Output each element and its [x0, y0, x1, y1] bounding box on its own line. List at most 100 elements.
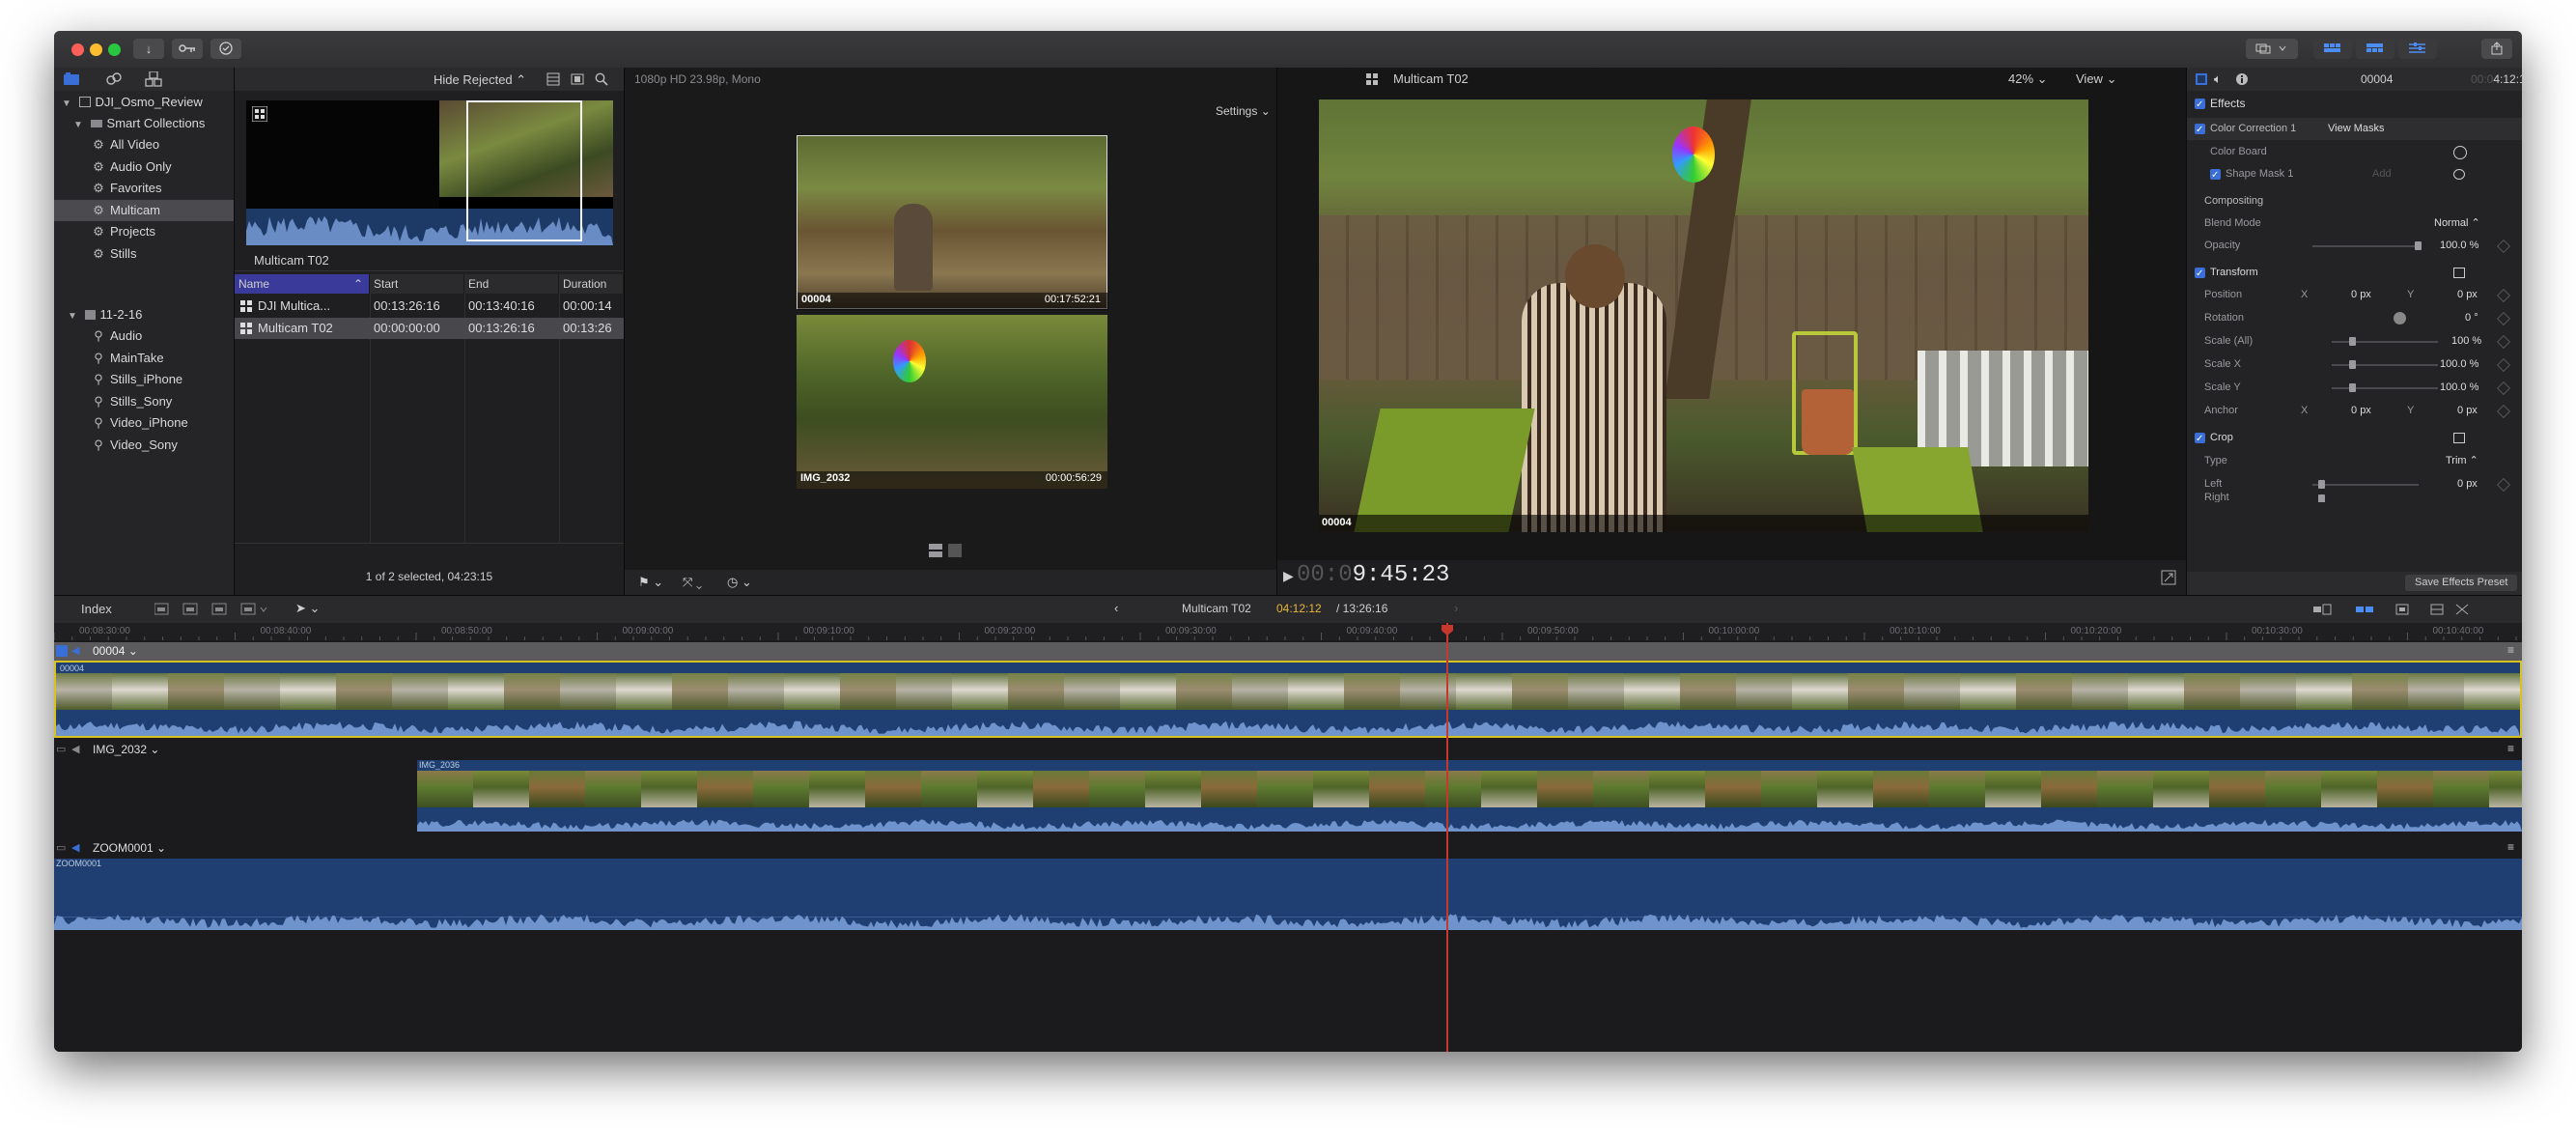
position-row[interactable]: Position X 0 px Y 0 px [2187, 284, 2522, 306]
shape-mask-row[interactable]: Shape Mask 1Add [2187, 163, 2522, 186]
library-item[interactable]: ▼ DJI_Osmo_Review [54, 92, 234, 113]
transform-onscreen-icon[interactable] [2453, 268, 2465, 278]
angle-tile[interactable]: IMG_2032 00:00:56:29 [797, 315, 1107, 489]
collection-item[interactable]: ⚲ MainTake [54, 348, 234, 369]
column-duration[interactable]: Duration [559, 274, 624, 294]
transform-section[interactable]: Transform [2187, 262, 2522, 285]
angle-layout-icons[interactable] [929, 543, 964, 558]
crop-onscreen-icon[interactable] [2453, 433, 2465, 443]
crop-right-row[interactable]: Right [2187, 493, 2522, 502]
audio-angle-clip[interactable]: ZOOM0001 [54, 859, 2522, 930]
collection-item[interactable]: ⚙ Multicam [54, 199, 234, 221]
timeline-ruler[interactable]: 00:08:30:00 00:08:40:00 00:08:50:00 00:09:0… [54, 623, 2522, 640]
keywords-key-icon[interactable] [172, 39, 203, 59]
collection-item[interactable]: ⚙ Stills [54, 243, 234, 265]
lane-menu-icon[interactable]: ≡ [2507, 840, 2514, 854]
angle-settings-menu[interactable]: Settings ⌄ [1216, 104, 1271, 118]
close-window-button[interactable] [71, 43, 84, 56]
timeline-index-button[interactable]: Index [81, 602, 112, 616]
monitor-video-icon[interactable]: ▭ [56, 841, 66, 854]
import-download-icon[interactable]: ↓ [133, 39, 164, 59]
video-inspector-icon[interactable] [2195, 72, 2208, 86]
background-tasks-check-icon[interactable] [210, 39, 241, 59]
color-board-arrow-icon[interactable] [2453, 146, 2467, 159]
column-start[interactable]: Start [370, 274, 464, 294]
viewer-timecode[interactable]: 00:09:45:23 [1297, 562, 1449, 588]
smart-collections-folder[interactable]: ▼ Smart Collections [54, 113, 234, 134]
libraries-icon[interactable] [64, 72, 79, 86]
play-button-icon[interactable]: ▶ [1283, 568, 1294, 584]
flag-menu-icon[interactable]: ⚑ ⌄ [638, 575, 663, 590]
zoom-menu[interactable]: 42% ⌄ [2008, 71, 2048, 87]
collection-item[interactable]: ⚲ Stills_Sony [54, 391, 234, 412]
info-inspector-icon[interactable] [2235, 72, 2249, 86]
scale-y-row[interactable]: Scale Y 100.0 % [2187, 377, 2522, 399]
active-angle-clip[interactable]: 00004 [54, 661, 2522, 738]
retime-speed-icon[interactable]: ◷ ⌄ [727, 575, 752, 590]
anchor-row[interactable]: Anchor X 0 px Y 0 px [2187, 400, 2522, 422]
rotation-dial-icon[interactable] [2394, 312, 2406, 325]
rotation-row[interactable]: Rotation 0 ° [2187, 307, 2522, 329]
monitor-audio-icon[interactable]: ◀ [71, 644, 79, 657]
angle-lane-header[interactable]: ◀ 00004 ⌄ ≡ [54, 642, 2522, 661]
collection-item[interactable]: ⚙ Audio Only [54, 156, 234, 178]
titles-generators-icon[interactable] [145, 71, 162, 87]
view-masks-button[interactable]: View Masks [2328, 118, 2384, 140]
effects-section[interactable]: Effects [2187, 93, 2522, 116]
playhead[interactable] [1446, 623, 1448, 1052]
collection-item[interactable]: ⚙ Projects [54, 221, 234, 242]
angle-tile[interactable]: 00004 00:17:52:21 [797, 135, 1108, 310]
collection-item[interactable]: ⚲ Audio [54, 325, 234, 347]
event-item[interactable]: ▼ 11-2-16 [54, 304, 234, 325]
column-end[interactable]: End [464, 274, 559, 294]
share-icon[interactable] [2481, 39, 2512, 59]
collection-item[interactable]: ⚲ Video_iPhone [54, 412, 234, 434]
collection-item[interactable]: ⚲ Stills_iPhone [54, 369, 234, 390]
scale-all-row[interactable]: Scale (All) 100 % [2187, 330, 2522, 353]
blend-mode-row[interactable]: Blend Mode Normal ⌃ [2187, 212, 2522, 235]
opacity-row[interactable]: Opacity 100.0 % [2187, 235, 2522, 257]
clip-appearance-icon[interactable] [546, 72, 560, 86]
lane-menu-icon[interactable]: ≡ [2507, 742, 2514, 755]
timeline-back-icon[interactable]: ‹ [1114, 601, 1118, 615]
video-frame[interactable]: 00004 [1319, 99, 2088, 532]
hide-rejected-filter[interactable]: Hide Rejected ⌃ [434, 72, 526, 88]
color-board-row[interactable]: Color Board [2187, 141, 2522, 163]
fullscreen-icon[interactable] [2161, 570, 2176, 585]
photos-audio-icon[interactable] [106, 71, 122, 87]
media-import-dropdown-icon[interactable] [2246, 39, 2298, 59]
lane-menu-icon[interactable]: ≡ [2507, 643, 2514, 657]
select-tool-icon[interactable]: ➤ ⌄ [295, 601, 320, 616]
collection-item[interactable]: ⚙ Favorites [54, 178, 234, 199]
crop-type-row[interactable]: Type Trim ⌃ [2187, 450, 2522, 472]
monitor-audio-icon[interactable]: ◀ [71, 841, 79, 854]
column-name[interactable]: Name ⌃ [235, 274, 370, 294]
angle-clip[interactable]: IMG_2036 [417, 760, 2522, 832]
inspector-layout-icon[interactable] [2398, 39, 2437, 59]
audio-inspector-icon[interactable]: 🔈︎ [2214, 71, 2222, 87]
mask-shape-icon[interactable] [2453, 169, 2465, 180]
crop-section[interactable]: Crop [2187, 427, 2522, 450]
monitor-video-icon[interactable] [56, 645, 68, 657]
browser-layout-icon[interactable] [2313, 39, 2352, 59]
save-effects-preset-button[interactable]: Save Effects Preset [2405, 575, 2518, 591]
edit-buttons-icons[interactable] [154, 603, 290, 616]
search-icon[interactable] [595, 72, 608, 86]
filmstrip-view-icon[interactable] [571, 72, 584, 86]
clip-filmstrip[interactable] [246, 100, 613, 245]
timeline-view-icons[interactable] [2313, 603, 2516, 616]
transform-tools-icon[interactable]: ⤧ ⌄ [683, 575, 702, 590]
timeline-layout-icon[interactable] [2356, 39, 2394, 59]
collection-item[interactable]: ⚙ All Video [54, 134, 234, 155]
angle-lane-header[interactable]: ▭ ◀ IMG_2032 ⌄ ≡ [54, 741, 2522, 759]
view-menu[interactable]: View ⌄ [2076, 71, 2116, 87]
color-correction-row[interactable]: Color Correction 1View Masks [2187, 118, 2522, 141]
minimize-window-button[interactable] [90, 43, 102, 56]
monitor-audio-icon[interactable]: ◀ [71, 743, 79, 755]
angle-lane-header[interactable]: ▭ ◀ ZOOM0001 ⌄ ≡ [54, 839, 2522, 858]
zoom-window-button[interactable] [108, 43, 121, 56]
timeline-forward-icon[interactable]: › [1454, 601, 1458, 615]
scale-x-row[interactable]: Scale X 100.0 % [2187, 353, 2522, 376]
monitor-video-icon[interactable]: ▭ [56, 743, 66, 755]
timeline-area[interactable]: ◀ 00004 ⌄ ≡ 00004 ▭ ◀ IMG_2032 ⌄ ≡ IMG_2… [54, 640, 2522, 1052]
